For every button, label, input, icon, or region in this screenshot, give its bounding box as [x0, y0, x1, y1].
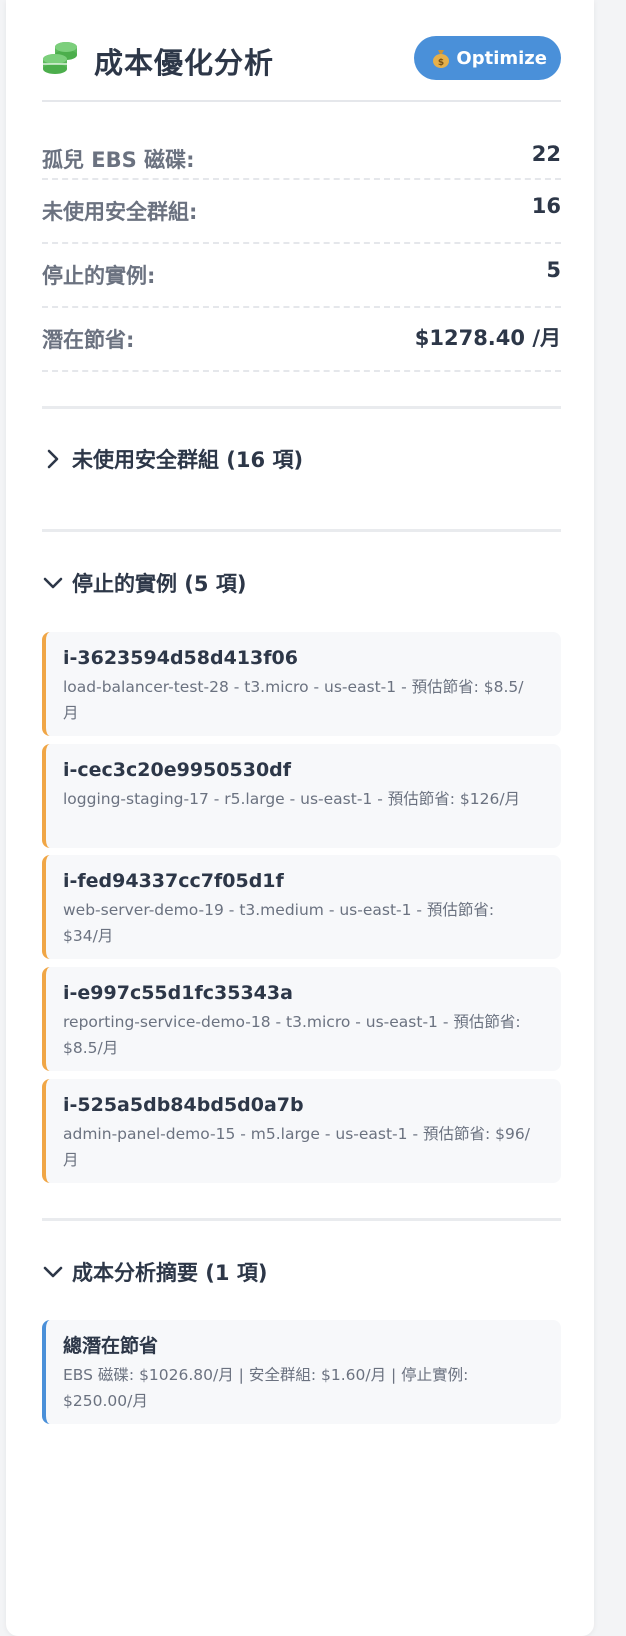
- stat-value: 5: [546, 258, 561, 282]
- list-item: i-525a5db84bd5d0a7b admin-panel-demo-15 …: [42, 1079, 561, 1183]
- cost-optimization-card: 成本優化分析 $ Optimize 孤兒 EBS 磁碟: 22 未使用安全群組:…: [6, 0, 594, 1636]
- list-item: i-fed94337cc7f05d1f web-server-demo-19 -…: [42, 855, 561, 959]
- instance-details: reporting-service-demo-18 - t3.micro - u…: [63, 1013, 521, 1057]
- instance-id: i-cec3c20e9950530df: [63, 759, 292, 781]
- instance-id: i-e997c55d1fc35343a: [63, 982, 293, 1004]
- stat-orphan-ebs: 孤兒 EBS 磁碟: 22: [42, 128, 561, 180]
- section-divider: [42, 406, 561, 409]
- stat-value: 22: [531, 142, 561, 166]
- chevron-right-icon: [47, 449, 59, 469]
- instance-details: load-balancer-test-28 - t3.micro - us-ea…: [63, 678, 524, 722]
- stat-value: $1278.40 /月: [414, 326, 561, 350]
- section-toggle-summary[interactable]: 成本分析摘要 (1 項): [42, 1257, 561, 1287]
- optimize-label: Optimize: [456, 47, 547, 69]
- stat-label: 停止的實例:: [42, 264, 156, 288]
- section-title: 停止的實例 (5 項): [72, 572, 247, 596]
- card-header: 成本優化分析 $ Optimize: [42, 32, 561, 102]
- stats-list: 孤兒 EBS 磁碟: 22 未使用安全群組: 16 停止的實例: 5 潛在節省:…: [42, 128, 561, 372]
- section-divider: [42, 1218, 561, 1221]
- coins-icon: [43, 42, 77, 74]
- optimize-button[interactable]: $ Optimize: [414, 36, 561, 80]
- instance-details: logging-staging-17 - r5.large - us-east-…: [63, 790, 521, 808]
- instance-details: admin-panel-demo-15 - m5.large - us-east…: [63, 1125, 530, 1169]
- instance-id: i-fed94337cc7f05d1f: [63, 870, 284, 892]
- list-item: i-cec3c20e9950530df logging-staging-17 -…: [42, 744, 561, 848]
- stat-label: 未使用安全群組:: [42, 200, 198, 224]
- summary-details: EBS 磁碟: $1026.80/月 | 安全群組: $1.60/月 | 停止實…: [63, 1366, 469, 1410]
- section-toggle-stopped-instances[interactable]: 停止的實例 (5 項): [42, 568, 561, 598]
- stat-label: 孤兒 EBS 磁碟:: [42, 148, 195, 172]
- chevron-down-icon: [43, 577, 63, 589]
- section-title: 成本分析摘要 (1 項): [72, 1261, 268, 1285]
- stat-value: 16: [531, 194, 561, 218]
- instance-id: i-3623594d58d413f06: [63, 647, 298, 669]
- section-toggle-security-groups[interactable]: 未使用安全群組 (16 項): [42, 444, 561, 474]
- stat-unused-sg: 未使用安全群組: 16: [42, 180, 561, 244]
- svg-text:$: $: [438, 58, 444, 68]
- instance-id: i-525a5db84bd5d0a7b: [63, 1094, 304, 1116]
- stat-potential-savings: 潛在節省: $1278.40 /月: [42, 308, 561, 372]
- stat-label: 潛在節省:: [42, 328, 135, 352]
- page-title: 成本優化分析: [94, 46, 275, 80]
- chevron-down-icon: [43, 1266, 63, 1278]
- instance-details: web-server-demo-19 - t3.medium - us-east…: [63, 901, 495, 945]
- list-item: i-3623594d58d413f06 load-balancer-test-2…: [42, 632, 561, 736]
- list-item: i-e997c55d1fc35343a reporting-service-de…: [42, 967, 561, 1071]
- summary-title: 總潛在節省: [63, 1335, 159, 1357]
- stat-stopped-instances: 停止的實例: 5: [42, 244, 561, 308]
- money-bag-icon: $: [432, 48, 450, 68]
- section-divider: [42, 529, 561, 532]
- section-title: 未使用安全群組 (16 項): [72, 448, 304, 472]
- summary-item: 總潛在節省 EBS 磁碟: $1026.80/月 | 安全群組: $1.60/月…: [42, 1320, 561, 1424]
